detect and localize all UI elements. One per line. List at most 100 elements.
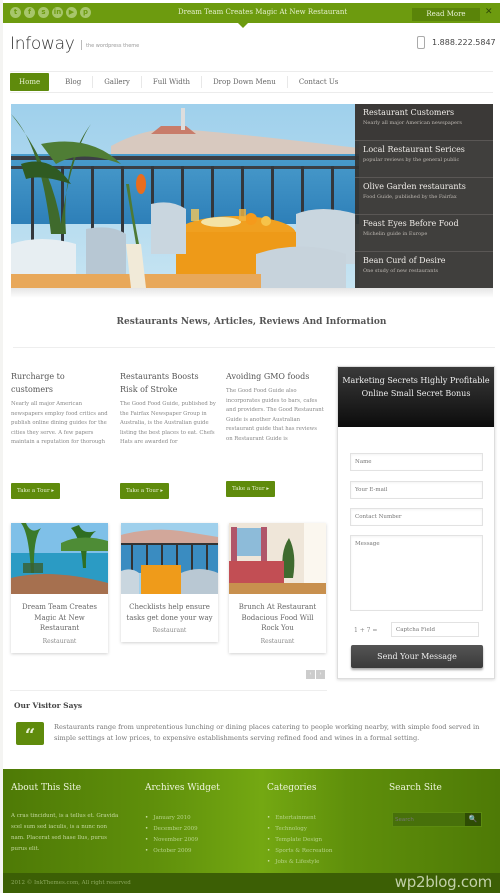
bedroom-photo — [229, 523, 326, 594]
send-message-button[interactable]: Send Your Message — [351, 645, 483, 668]
contact-form-heading: Marketing Secrets Highly Profitable Onli… — [338, 367, 494, 427]
take-a-tour-button[interactable]: Take a Tour ▸ — [11, 483, 61, 499]
footer-search: Search Site — [389, 783, 442, 793]
slider-item[interactable]: Restaurant Customers Nearly all major Am… — [355, 104, 493, 141]
close-icon[interactable]: ✕ — [485, 7, 493, 17]
footer: About This Site A cras tincidunt, is a t… — [3, 769, 500, 873]
search-icon[interactable]: 🔍 — [465, 813, 481, 826]
terrace-restaurant-illustration — [11, 104, 359, 288]
footer-categories-title: Categories — [267, 783, 317, 793]
footer-search-box: 🔍 — [392, 812, 482, 827]
category-link[interactable]: Sports & Recreation — [267, 846, 332, 857]
slider-item[interactable]: Feast Eyes Before Food Michelin guide in… — [355, 215, 493, 252]
archive-link[interactable]: October 2009 — [145, 846, 220, 857]
divider — [13, 347, 495, 348]
card-category[interactable]: Restaurant — [15, 638, 104, 645]
article-excerpt: The Good Food Guide, published by the Fa… — [120, 401, 216, 446]
footer-about-text: A cras tincidunt, is a tellus et. Gravid… — [11, 813, 119, 852]
slider-item-subtitle: Michelin guide in Europe — [363, 231, 428, 237]
testimonial-text: Restaurants range from unpretentious lun… — [54, 723, 480, 742]
terrace-table-photo — [121, 523, 218, 594]
archive-link[interactable]: December 2009 — [145, 824, 220, 835]
take-a-tour-button[interactable]: Take a Tour ▸ — [226, 481, 276, 497]
category-link[interactable]: Technology — [267, 824, 332, 835]
category-link[interactable]: Entertainment — [267, 813, 332, 824]
gallery-card[interactable]: Brunch At Restaurant Bodacious Food Will… — [229, 523, 326, 653]
slider-item-subtitle: popular reviews by the general public — [363, 157, 460, 163]
copyright-text: 2012 © InkThemes.com, All right reserved — [11, 880, 131, 886]
twitter-icon[interactable]: t — [10, 7, 21, 18]
card-category[interactable]: Restaurant — [125, 627, 214, 634]
article-column: Rurcharge to customers Nearly all major … — [11, 370, 109, 448]
gallery-card[interactable]: Dream Team Creates Magic At New Restaura… — [11, 523, 108, 653]
article-column: Avoiding GMO foods The Good Food Guide a… — [226, 370, 324, 445]
card-title[interactable]: Brunch At Restaurant Bodacious Food Will… — [233, 602, 322, 634]
search-input[interactable] — [393, 813, 465, 826]
article-excerpt: Nearly all major American newspapers emp… — [11, 401, 108, 446]
page: t f s in ▶ p Dream Team Creates Magic At… — [3, 0, 500, 893]
slider-item[interactable]: Bean Curd of Desire One study of new res… — [355, 252, 493, 289]
take-a-tour-button[interactable]: Take a Tour ▸ — [120, 483, 170, 499]
slider-item-title: Feast Eyes Before Food — [363, 219, 459, 228]
article-title[interactable]: Rurcharge to customers — [11, 370, 109, 396]
slider-item-title: Bean Curd of Desire — [363, 256, 446, 265]
slider-item-subtitle: Nearly all major American newspapers — [363, 120, 462, 126]
site-tagline: the wordpress theme — [86, 43, 140, 49]
nav-item-gallery[interactable]: Gallery — [93, 76, 142, 88]
footer-search-title: Search Site — [389, 783, 442, 793]
nav-item-blog[interactable]: Blog — [54, 76, 94, 88]
quote-icon: “ — [16, 722, 44, 746]
footer-about: About This Site A cras tincidunt, is a t… — [11, 783, 121, 855]
footer-bottom-bar: 2012 © InkThemes.com, All right reserved… — [3, 873, 500, 893]
card-category[interactable]: Restaurant — [233, 638, 322, 645]
slider-list: Restaurant Customers Nearly all major Am… — [355, 104, 493, 288]
gallery-next-button[interactable]: › — [316, 670, 325, 679]
read-more-button[interactable]: Read More — [412, 8, 480, 21]
article-excerpt: The Good Food Guide also incorporates gu… — [226, 388, 324, 442]
pinterest-icon[interactable]: p — [80, 7, 91, 18]
name-field[interactable] — [350, 453, 483, 471]
slider-item-title: Olive Garden restaurants — [363, 182, 466, 191]
logo-divider — [81, 40, 82, 50]
watermark: wp2blog.com — [394, 873, 493, 891]
slider-shadow — [11, 288, 493, 298]
gallery-card[interactable]: Checklists help ensure tasks get done yo… — [121, 523, 218, 642]
footer-archives: Archives Widget January 2010 December 20… — [145, 783, 220, 857]
category-link[interactable]: Jobs & Lifestyle — [267, 857, 332, 868]
nav-item-drop-down-menu[interactable]: Drop Down Menu — [202, 76, 288, 88]
slider-item[interactable]: Local Restaurant Serices popular reviews… — [355, 141, 493, 178]
pool-resort-photo — [11, 523, 108, 594]
gallery-prev-button[interactable]: ‹ — [306, 670, 315, 679]
phone-icon — [417, 36, 425, 49]
testimonial-title: Our Visitor Says — [14, 701, 83, 710]
main-nav: Home Blog Gallery Full Width Drop Down M… — [10, 71, 493, 93]
announcement-bar: t f s in ▶ p Dream Team Creates Magic At… — [3, 3, 500, 23]
section-title: Restaurants News, Articles, Reviews And … — [116, 317, 387, 327]
contact-number-field[interactable] — [350, 508, 483, 526]
hero-slide-image[interactable] — [11, 104, 359, 288]
nav-item-home[interactable]: Home — [10, 73, 50, 91]
facebook-icon[interactable]: f — [24, 7, 35, 18]
category-link[interactable]: Template Design — [267, 835, 332, 846]
youtube-icon[interactable]: ▶ — [66, 7, 77, 18]
contact-form-widget: Marketing Secrets Highly Profitable Onli… — [337, 366, 495, 679]
announcement-text: Dream Team Creates Magic At New Restaura… — [178, 8, 348, 16]
social-links: t f s in ▶ p — [10, 7, 91, 18]
linkedin-icon[interactable]: in — [52, 7, 63, 18]
archive-link[interactable]: January 2010 — [145, 813, 220, 824]
nav-item-full-width[interactable]: Full Width — [142, 76, 203, 88]
slider-item-subtitle: Food Guide, published by the Fairfax — [363, 194, 457, 200]
nav-item-contact-us[interactable]: Contact Us — [288, 76, 350, 88]
captcha-field[interactable] — [391, 622, 479, 637]
slider-item[interactable]: Olive Garden restaurants Food Guide, pub… — [355, 178, 493, 215]
article-title[interactable]: Avoiding GMO foods — [226, 370, 324, 383]
card-title[interactable]: Checklists help ensure tasks get done yo… — [125, 602, 214, 623]
archive-link[interactable]: November 2009 — [145, 835, 220, 846]
captcha-question: 1 + 7 = — [354, 627, 378, 634]
skype-icon[interactable]: s — [38, 7, 49, 18]
message-field[interactable] — [350, 535, 483, 611]
article-title[interactable]: Restaurants Boosts Risk of Stroke — [120, 370, 218, 396]
email-field[interactable] — [350, 481, 483, 499]
site-logo[interactable]: Infoway — [10, 34, 75, 54]
card-title[interactable]: Dream Team Creates Magic At New Restaura… — [15, 602, 104, 634]
